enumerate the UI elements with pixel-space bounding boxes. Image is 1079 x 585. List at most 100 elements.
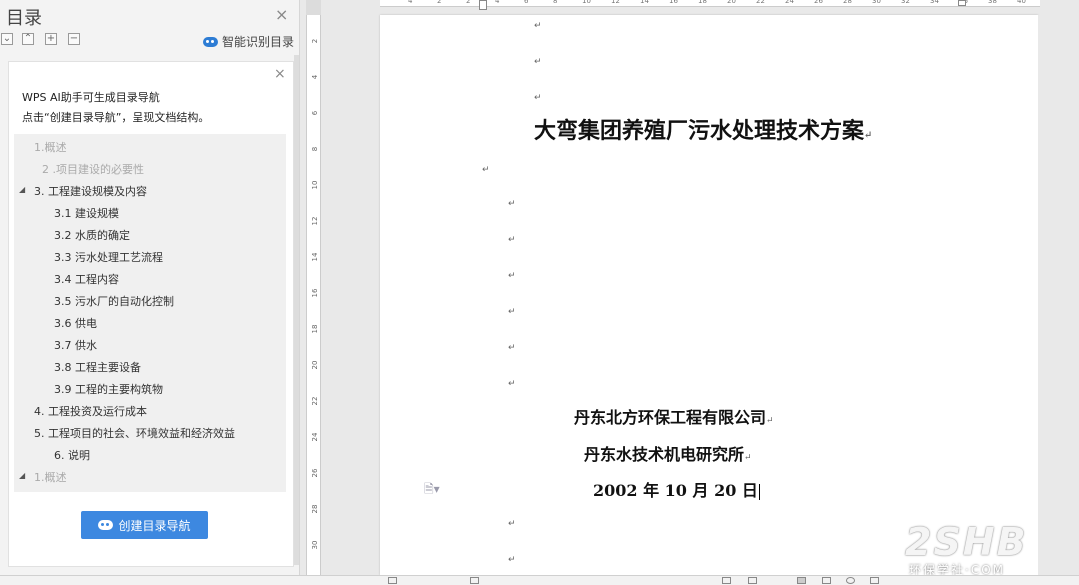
paragraph-mark: ↵ bbox=[508, 235, 516, 245]
page-view-icon[interactable] bbox=[388, 577, 397, 584]
ruler-tick-label: 4 bbox=[311, 74, 319, 80]
create-toc-label: 创建目录导航 bbox=[118, 518, 191, 533]
ai-suggestion-card: × WPS AI助手可生成目录导航 点击“创建目录导航”，呈现文档结构。 1.概… bbox=[8, 61, 294, 567]
panel-scrollbar[interactable] bbox=[294, 55, 299, 565]
paragraph-mark: ↵ bbox=[534, 21, 542, 31]
ruler-tick-label: 30 bbox=[311, 540, 319, 550]
ruler-tick-label: 28 bbox=[311, 504, 319, 514]
document-date: 2002 年 10 月 20 日 bbox=[593, 481, 758, 500]
ai-card-message-line2: 点击“创建目录导航”，呈现文档结构。 bbox=[22, 111, 210, 124]
toc-item[interactable]: 3.8 工程主要设备 bbox=[54, 359, 141, 375]
paragraph-mark: ↵ bbox=[508, 271, 516, 281]
document-page[interactable]: ↵ ↵ ↵ 大弯集团养殖厂污水处理技术方案↵ ↵ ↵ ↵ ↵ ↵ ↵ ↵ 丹东北… bbox=[380, 15, 1038, 575]
wps-ai-icon bbox=[98, 520, 114, 530]
ruler-tick-label: 14 bbox=[640, 0, 649, 5]
ruler-corner bbox=[306, 0, 321, 15]
toc-item[interactable]: 5. 工程项目的社会、环境效益和经济效益 bbox=[34, 425, 235, 441]
paragraph-mark: ↵ bbox=[508, 379, 516, 389]
toc-item[interactable]: 3.6 供电 bbox=[54, 315, 97, 331]
toc-item[interactable]: 6. 说明 bbox=[54, 447, 90, 463]
ruler-tick-label: 40 bbox=[1017, 0, 1026, 5]
ruler-tick-label: 16 bbox=[669, 0, 678, 5]
ruler-tick-label: 38 bbox=[988, 0, 997, 5]
vertical-ruler: 2 4 6 8 10 12 14 16 18 20 22 24 26 28 30 bbox=[306, 15, 321, 575]
ruler-tick-label: 22 bbox=[756, 0, 765, 5]
ruler-tick-label: 10 bbox=[311, 180, 319, 190]
create-toc-button[interactable]: 创建目录导航 bbox=[81, 511, 208, 539]
toc-title: 目录 bbox=[6, 8, 42, 29]
paragraph-mark: ↵ bbox=[508, 343, 516, 353]
add-level-icon[interactable]: + bbox=[45, 33, 57, 45]
ai-card-close-icon[interactable]: × bbox=[274, 66, 286, 82]
expand-all-icon[interactable]: ⌄ bbox=[1, 33, 13, 45]
read-mode-icon[interactable] bbox=[722, 577, 731, 584]
ruler-tick-label: 12 bbox=[611, 0, 620, 5]
toc-item[interactable]: 1.概述 bbox=[34, 139, 67, 155]
wps-ai-icon bbox=[203, 36, 218, 47]
ruler-tick-label: 32 bbox=[901, 0, 910, 5]
outline-view-icon[interactable] bbox=[748, 577, 757, 584]
toc-close-icon[interactable]: × bbox=[275, 5, 288, 24]
ruler-tick-label: 6 bbox=[311, 110, 319, 116]
ruler-tick-label: 22 bbox=[311, 396, 319, 406]
ruler-tick-label: 14 bbox=[311, 252, 319, 262]
toc-preview-list: 1.概述 2 .项目建设的必要性 ◢ 3. 工程建设规模及内容 3.1 建设规模 3.2 … bbox=[14, 134, 286, 492]
ruler-tick-label: 8 bbox=[553, 0, 558, 5]
toc-item[interactable]: 3.1 建设规模 bbox=[54, 205, 119, 221]
toc-item[interactable]: 1.概述 bbox=[34, 469, 67, 485]
paragraph-mark: ↵ bbox=[482, 165, 490, 175]
document-options-icon[interactable]: 🗎▾ bbox=[424, 480, 440, 501]
toc-item[interactable]: 3.4 工程内容 bbox=[54, 271, 119, 287]
paragraph-mark: ↵ bbox=[508, 519, 516, 529]
paragraph-mark: ↵ bbox=[864, 130, 873, 141]
toc-item[interactable]: 3. 工程建设规模及内容 bbox=[34, 183, 147, 199]
ruler-tick-label: 26 bbox=[311, 468, 319, 478]
ruler-tick-label: 8 bbox=[311, 146, 319, 152]
web-layout-icon[interactable] bbox=[822, 577, 831, 584]
paragraph-mark: ↵ bbox=[508, 555, 516, 565]
ruler-tick-label: 2 bbox=[311, 38, 319, 44]
toc-item[interactable]: 3.2 水质的确定 bbox=[54, 227, 130, 243]
status-bar bbox=[0, 575, 1079, 585]
toc-item[interactable]: 2 .项目建设的必要性 bbox=[42, 161, 144, 177]
globe-icon[interactable] bbox=[846, 577, 855, 584]
print-layout-icon[interactable] bbox=[797, 577, 806, 584]
ruler-tick-label: 20 bbox=[311, 360, 319, 370]
org-line-2: 丹东水技术机电研究所↵ bbox=[584, 441, 752, 465]
org-name-1: 丹东北方环保工程有限公司 bbox=[574, 408, 767, 427]
toc-expand-arrow-icon[interactable]: ◢ bbox=[19, 185, 25, 194]
indent-marker[interactable] bbox=[479, 0, 487, 10]
ruler-tick-label: 34 bbox=[930, 0, 939, 5]
smart-toc-button[interactable]: 智能识别目录 bbox=[203, 33, 294, 50]
toc-expand-arrow-icon[interactable]: ◢ bbox=[19, 471, 25, 480]
ruler-tick-label: 30 bbox=[872, 0, 881, 5]
toc-item[interactable]: 3.7 供水 bbox=[54, 337, 97, 353]
paragraph-mark: ↵ bbox=[534, 57, 542, 67]
remove-level-icon[interactable]: − bbox=[68, 33, 80, 45]
document-title: 大弯集团养殖厂污水处理技术方案↵ bbox=[534, 113, 872, 145]
collapse-all-icon[interactable]: ⌃ bbox=[22, 33, 34, 45]
ruler-tick-label: 28 bbox=[843, 0, 852, 5]
ruler-tick-label: 18 bbox=[311, 324, 319, 334]
toc-item[interactable]: 3.3 污水处理工艺流程 bbox=[54, 249, 163, 265]
ruler-tick-label: 6 bbox=[524, 0, 529, 5]
word-count-icon[interactable] bbox=[470, 577, 479, 584]
ruler-tick-label: 4 bbox=[408, 0, 413, 5]
toc-item[interactable]: 4. 工程投资及运行成本 bbox=[34, 403, 147, 419]
ruler-tick-label: 16 bbox=[311, 288, 319, 298]
date-line: 2002 年 10 月 20 日 bbox=[593, 477, 760, 501]
workspace-margin bbox=[1038, 15, 1079, 575]
org-name-2: 丹东水技术机电研究所 bbox=[584, 445, 745, 464]
ruler-tick-label: 2 bbox=[466, 0, 471, 5]
ruler-tick-label: 18 bbox=[698, 0, 707, 5]
ruler-tick-label: 20 bbox=[727, 0, 736, 5]
toc-item[interactable]: 3.5 污水厂的自动化控制 bbox=[54, 293, 174, 309]
zoom-icon[interactable] bbox=[870, 577, 879, 584]
paragraph-mark: ↵ bbox=[744, 453, 752, 463]
right-indent-marker[interactable] bbox=[958, 0, 966, 6]
ruler-tick-label: 2 bbox=[437, 0, 442, 5]
watermark-logo: 2SHB bbox=[905, 520, 1028, 564]
paragraph-mark: ↵ bbox=[766, 416, 774, 426]
toc-item[interactable]: 3.9 工程的主要构筑物 bbox=[54, 381, 163, 397]
ruler-tick-label: 10 bbox=[582, 0, 591, 5]
